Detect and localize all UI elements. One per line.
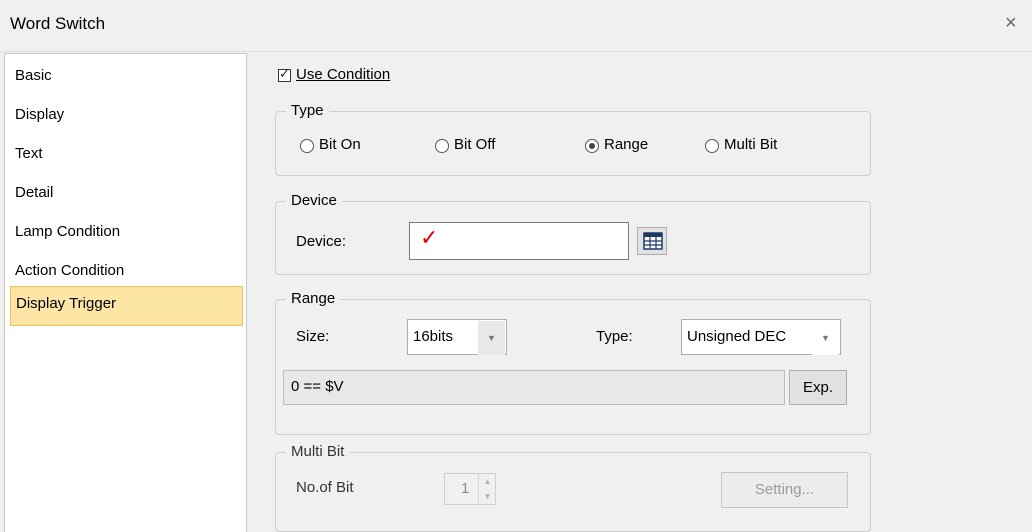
expression-field[interactable]: 0 == $V [283, 370, 785, 405]
stepper-up-icon[interactable]: ▲ [478, 474, 496, 489]
sidebar-item-display[interactable]: Display [10, 98, 243, 138]
title-bar: Word Switch × [0, 0, 1032, 52]
use-condition-checkbox[interactable] [278, 66, 291, 82]
range-radio[interactable] [585, 139, 599, 153]
multi-bit-legend: Multi Bit [286, 443, 350, 461]
device-group: Device Device: ✓ [275, 192, 871, 275]
stepper-down-icon[interactable]: ▼ [478, 489, 496, 504]
bit-on-label[interactable]: Bit On [319, 136, 361, 153]
device-label: Device: [296, 233, 347, 250]
expression-value: 0 == $V [291, 378, 344, 395]
bit-count-stepper[interactable]: 1 ▲ ▼ [444, 473, 496, 505]
bit-off-label[interactable]: Bit Off [454, 136, 495, 153]
bit-on-radio[interactable] [300, 139, 314, 153]
data-type-label: Type: [596, 328, 633, 345]
chevron-down-icon: ▼ [812, 321, 839, 355]
device-browse-button[interactable] [637, 227, 667, 255]
range-label[interactable]: Range [604, 136, 648, 153]
range-group: Range Size: 16bits ▼ Type: Unsigned DEC … [275, 290, 871, 435]
range-legend: Range [286, 290, 341, 308]
device-legend: Device [286, 192, 342, 210]
category-list: Basic Display Text Detail Lamp Condition… [4, 53, 247, 532]
sidebar-item-basic[interactable]: Basic [10, 59, 243, 99]
type-group: Type Bit On Bit Off Range Multi Bit [275, 102, 871, 176]
expression-button[interactable]: Exp. [789, 370, 847, 405]
sidebar-item-detail[interactable]: Detail [10, 176, 243, 216]
multi-bit-group: Multi Bit No.of Bit 1 ▲ ▼ Setting... [275, 443, 871, 532]
setting-button[interactable]: Setting... [721, 472, 848, 508]
device-input[interactable]: ✓ [409, 222, 629, 260]
size-value: 16bits [413, 328, 454, 345]
sidebar-item-display-trigger[interactable]: Display Trigger [10, 286, 243, 326]
window-title: Word Switch [10, 14, 106, 33]
multi-bit-radio[interactable] [705, 139, 719, 153]
bit-count-label: No.of Bit [296, 479, 354, 496]
chevron-down-icon: ▼ [478, 321, 505, 355]
size-label: Size: [296, 328, 330, 345]
use-condition-label[interactable]: Use Condition [296, 66, 390, 83]
device-check-mark: ✓ [420, 225, 439, 250]
bit-off-radio[interactable] [435, 139, 449, 153]
bit-count-value: 1 [461, 480, 470, 497]
sidebar-item-text[interactable]: Text [10, 137, 243, 177]
size-select[interactable]: 16bits ▼ [407, 319, 507, 355]
settings-panel: Use Condition Type Bit On Bit Off Range … [248, 53, 1032, 532]
device-browse-icon [643, 232, 663, 250]
use-condition-text: Use Condition [296, 66, 391, 83]
type-legend: Type [286, 102, 329, 120]
sidebar-item-lamp-condition[interactable]: Lamp Condition [10, 215, 243, 255]
data-type-select[interactable]: Unsigned DEC ▼ [681, 319, 841, 355]
data-type-value: Unsigned DEC [687, 328, 787, 345]
multi-bit-label[interactable]: Multi Bit [724, 136, 777, 153]
close-icon[interactable]: × [1005, 12, 1017, 35]
